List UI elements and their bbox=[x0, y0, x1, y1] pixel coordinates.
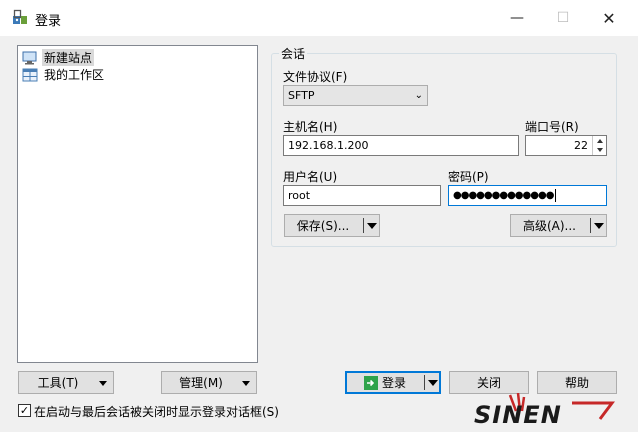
login-button-label: 登录 bbox=[381, 376, 406, 390]
password-label: 密码(P) bbox=[448, 170, 489, 184]
dropdown-arrow-icon[interactable] bbox=[367, 223, 377, 229]
host-input[interactable]: 192.168.1.200 bbox=[283, 135, 519, 156]
sinen-logo: SINEN bbox=[470, 392, 620, 432]
close-window-button[interactable]: ✕ bbox=[586, 0, 632, 36]
protocol-value: SFTP bbox=[288, 89, 315, 102]
workspace-icon bbox=[22, 68, 38, 82]
app-icon bbox=[12, 9, 28, 25]
window-title: 登录 bbox=[35, 14, 62, 29]
protocol-select[interactable]: SFTP ⌄ bbox=[283, 85, 428, 106]
close-button-label: 关闭 bbox=[476, 376, 501, 390]
minimize-icon: — bbox=[510, 10, 524, 26]
help-button-label: 帮助 bbox=[564, 376, 589, 390]
text-cursor bbox=[555, 189, 557, 202]
split-separator bbox=[590, 218, 591, 233]
login-button[interactable]: 登录 bbox=[345, 371, 441, 394]
maximize-button: ☐ bbox=[540, 0, 586, 36]
tools-button[interactable]: 工具(T) bbox=[18, 371, 114, 394]
manage-button-label: 管理(M) bbox=[179, 376, 223, 390]
spin-down-icon[interactable] bbox=[593, 145, 606, 154]
dropdown-arrow-icon[interactable] bbox=[428, 380, 438, 386]
manage-button[interactable]: 管理(M) bbox=[161, 371, 257, 394]
advanced-button[interactable]: 高级(A)... bbox=[510, 214, 607, 237]
maximize-icon: ☐ bbox=[556, 10, 570, 26]
password-input[interactable]: ●●●●●●●●●●●●● bbox=[448, 185, 607, 206]
dropdown-arrow-icon bbox=[242, 381, 250, 386]
save-button[interactable]: 保存(S)... bbox=[284, 214, 380, 237]
minimize-button[interactable]: — bbox=[494, 0, 540, 36]
password-value: ●●●●●●●●●●●●● bbox=[453, 190, 554, 201]
tree-item-label: 我的工作区 bbox=[44, 68, 105, 82]
tree-item-label: 新建站点 bbox=[42, 49, 95, 66]
chevron-down-icon: ⌄ bbox=[414, 90, 423, 101]
spin-up-icon[interactable] bbox=[593, 136, 606, 145]
user-input[interactable]: root bbox=[283, 185, 441, 206]
help-button[interactable]: 帮助 bbox=[537, 371, 617, 394]
session-group-label: 会话 bbox=[279, 45, 308, 62]
site-tree[interactable]: 新建站点 我的工作区 bbox=[17, 45, 258, 363]
port-spinner[interactable] bbox=[592, 136, 606, 155]
tree-item-workspace[interactable]: 我的工作区 bbox=[22, 66, 106, 83]
split-separator bbox=[424, 375, 425, 390]
new-site-icon bbox=[22, 51, 38, 65]
save-button-label: 保存(S)... bbox=[296, 219, 350, 233]
port-label: 端口号(R) bbox=[525, 120, 579, 134]
show-on-startup-checkbox[interactable]: ✓ bbox=[18, 404, 31, 417]
protocol-label: 文件协议(F) bbox=[283, 70, 348, 84]
close-icon: ✕ bbox=[602, 8, 616, 28]
dropdown-arrow-icon[interactable] bbox=[594, 223, 604, 229]
checkmark-icon: ✓ bbox=[19, 404, 30, 417]
host-label: 主机名(H) bbox=[283, 120, 338, 134]
split-separator bbox=[363, 218, 364, 233]
svg-text:SINEN: SINEN bbox=[474, 401, 562, 429]
login-icon bbox=[363, 375, 378, 390]
show-on-startup-label: 在启动与最后会话被关闭时显示登录对话框(S) bbox=[34, 405, 279, 419]
user-label: 用户名(U) bbox=[283, 170, 338, 184]
tools-button-label: 工具(T) bbox=[37, 376, 79, 390]
tree-item-new-site[interactable]: 新建站点 bbox=[22, 49, 95, 66]
advanced-button-label: 高级(A)... bbox=[522, 219, 577, 233]
dropdown-arrow-icon bbox=[99, 381, 107, 386]
close-button[interactable]: 关闭 bbox=[449, 371, 529, 394]
